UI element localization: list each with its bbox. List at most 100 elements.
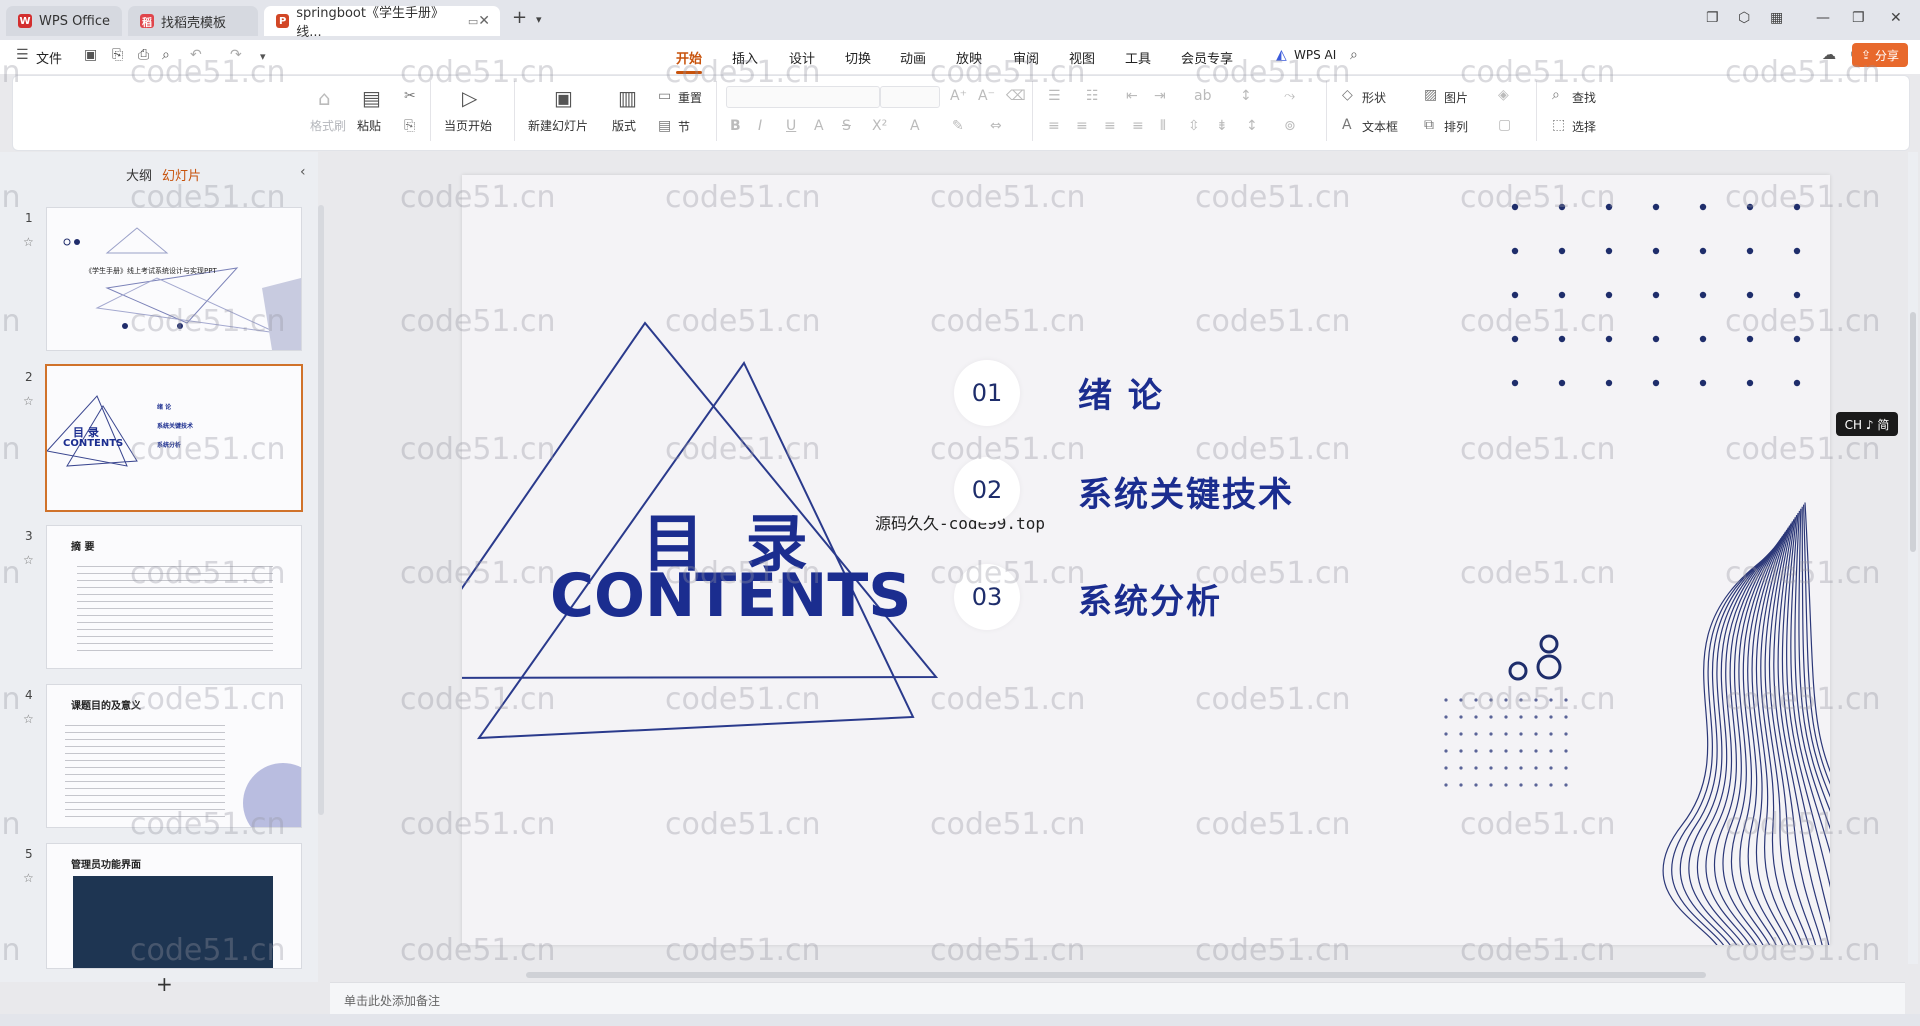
wps-ai-icon[interactable]: ◭ [1276,47,1287,63]
tab-docer-templates[interactable]: 稻 找稻壳模板 [128,6,258,36]
superscript-icon[interactable]: X² [872,118,887,134]
layout-icon[interactable]: ▥ [618,86,637,110]
window-layout-icon[interactable]: ❐ [1706,10,1719,26]
star-icon[interactable]: ☆ [23,235,34,249]
notes-pane[interactable]: 单击此处添加备注 [330,982,1905,1015]
export-icon[interactable]: ⎘ [112,47,123,63]
tab-current-document[interactable]: P springboot《学生手册》线... ▭ ✕ [264,6,500,40]
scroll-thumb[interactable] [526,972,1706,978]
wps-ai-button[interactable]: WPS AI [1294,48,1336,62]
section-button[interactable]: 节 [678,118,690,135]
new-slide-icon[interactable]: ▣ [554,86,573,110]
tab-animations[interactable]: 动画 [900,48,926,67]
slide-thumbnail-1[interactable]: 《学生手册》线上考试系统设计与实现PPT [46,207,302,351]
smartart-icon[interactable]: ⊚ [1284,118,1296,134]
tab-insert[interactable]: 插入 [732,48,758,67]
vertical-scrollbar[interactable] [1908,152,1918,964]
convert-icon[interactable]: ⤳ [1284,88,1295,104]
arrange-button[interactable]: 排列 [1444,118,1468,135]
save-icon[interactable]: ▣ [84,47,97,63]
screen-icon[interactable]: ▭ [468,15,478,28]
slide-thumbnail-3[interactable]: 摘 要 [46,525,302,669]
chevron-down-icon[interactable]: ▾ [536,13,542,26]
vertical-align-icon[interactable]: ⇳ [1188,118,1200,134]
shadow-icon[interactable]: A [814,118,824,134]
slide-thumbnail-4[interactable]: 课题目的及意义 [46,684,302,828]
overlay-text[interactable]: 源码久久-code99.top [875,510,1045,534]
close-tab-icon[interactable]: ✕ [478,13,490,29]
item-title-3[interactable]: 系统分析 [1078,574,1222,623]
share-button[interactable]: ⇪ 分享 [1852,43,1908,67]
reset-icon[interactable]: ▭ [658,88,671,104]
print-preview-icon[interactable]: ⌕ [162,47,170,63]
item-title-2[interactable]: 系统关键技术 [1078,467,1294,516]
font-color-icon[interactable]: A [910,118,920,134]
font-size-select[interactable] [880,86,940,108]
columns-icon[interactable]: ⫴ [1160,118,1166,134]
new-tab-icon[interactable]: + [512,7,527,28]
align-center-icon[interactable]: ≡ [1076,118,1088,134]
file-menu[interactable]: 文件 [36,48,62,67]
char-spacing-icon[interactable]: ⇔ [990,118,1002,134]
align-right-icon[interactable]: ≡ [1104,118,1116,134]
undo-icon[interactable]: ↶ [190,47,202,63]
tab-slideshow[interactable]: 放映 [956,48,982,67]
star-icon[interactable]: ☆ [23,394,34,408]
cut-icon[interactable]: ✂ [404,88,416,104]
slide-heading-en[interactable]: CONTENTS [550,561,912,631]
paragraph-spacing-icon[interactable]: ↕ [1246,118,1258,134]
outline-icon[interactable]: ▢ [1498,117,1511,133]
reset-button[interactable]: 重置 [678,89,702,106]
find-icon[interactable]: ⌕ [1552,87,1560,103]
redo-icon[interactable]: ↷ [230,47,242,63]
textbox-icon[interactable]: A [1342,117,1352,133]
paste-button[interactable]: 粘贴 [357,117,381,134]
clear-format-icon[interactable]: ⌫ [1006,88,1026,104]
slide-thumbnail-5[interactable]: 管理员功能界面 [46,843,302,969]
avatar-icon[interactable]: ▦ [1770,10,1783,26]
text-direction-icon[interactable]: ab [1194,88,1211,104]
cube-icon[interactable]: ⬡ [1738,10,1750,26]
tab-design[interactable]: 设计 [789,48,815,67]
panel-scrollbar[interactable] [318,205,324,815]
bold-icon[interactable]: B [730,118,741,134]
shape-button[interactable]: 形状 [1362,89,1386,106]
decrease-font-icon[interactable]: A⁻ [978,88,995,104]
section-icon[interactable]: ▤ [658,118,671,134]
increase-font-icon[interactable]: A⁺ [950,88,967,104]
line-spacing-icon[interactable]: ↕ [1240,88,1252,104]
slide-2[interactable]: 目 录 CONTENTS 源码久久-code99.top 01 绪 论 02 系… [462,175,1830,945]
new-slide-button[interactable]: 新建幻灯片 [528,117,588,134]
cloud-icon[interactable]: ☁ [1822,47,1836,63]
scroll-thumb[interactable] [1910,312,1916,552]
justify-icon[interactable]: ≡ [1132,118,1144,134]
outline-tab[interactable]: 大纲 [126,165,152,184]
tab-tools[interactable]: 工具 [1125,48,1151,67]
tab-transitions[interactable]: 切换 [845,48,871,67]
copy-icon[interactable]: ⎘ [404,118,415,134]
chevron-down-icon[interactable]: ▾ [260,50,266,63]
fill-icon[interactable]: ◈ [1498,87,1509,103]
tab-review[interactable]: 审阅 [1013,48,1039,67]
select-button[interactable]: 选择 [1572,118,1596,135]
minimize-icon[interactable]: — [1816,10,1830,26]
tab-member[interactable]: 会员专享 [1181,48,1233,67]
picture-button[interactable]: 图片 [1444,89,1468,106]
picture-icon[interactable]: ▨ [1424,87,1437,103]
paste-icon[interactable]: ▤ [362,86,381,110]
layout-button[interactable]: 版式 [612,117,636,134]
format-painter-button[interactable]: 格式刷 [310,117,346,134]
play-icon[interactable]: ▷ [462,86,477,110]
hamburger-icon[interactable]: ☰ [16,47,29,63]
ime-indicator[interactable]: CH ♪ 简 [1836,412,1898,436]
horizontal-scrollbar[interactable] [340,970,1900,980]
font-family-select[interactable] [726,86,880,108]
restore-icon[interactable]: ❐ [1852,10,1865,26]
search-icon[interactable]: ⌕ [1350,47,1358,63]
strikethrough-icon[interactable]: S [842,118,851,134]
play-from-current-button[interactable]: 当页开始 [444,117,492,134]
arrange-icon[interactable]: ⧉ [1424,117,1434,133]
align-left-icon[interactable]: ≡ [1048,118,1060,134]
underline-icon[interactable]: U [786,118,796,134]
star-icon[interactable]: ☆ [23,712,34,726]
